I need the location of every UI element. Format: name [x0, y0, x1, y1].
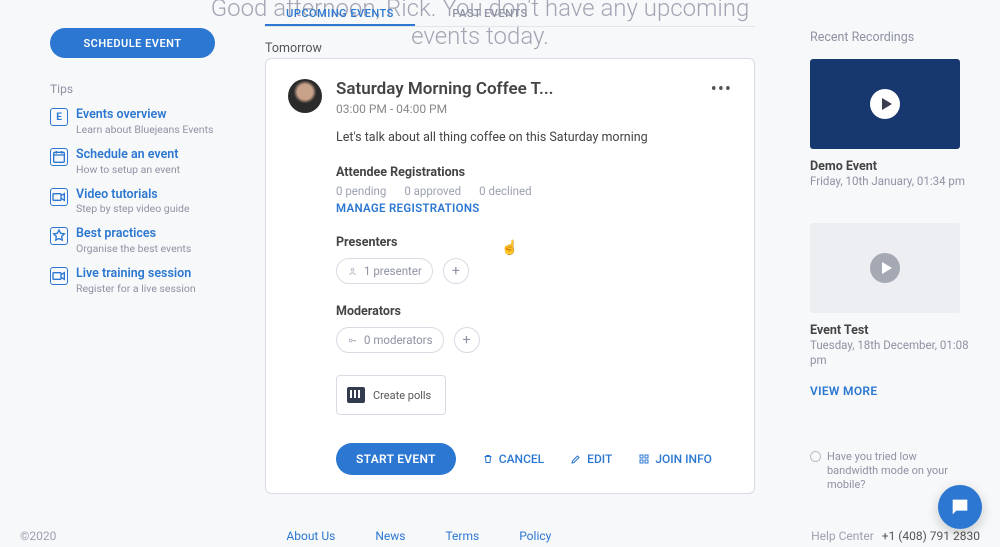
tip-title: Events overview [76, 108, 213, 122]
moderators-header: Moderators [336, 304, 732, 319]
tip-live-training[interactable]: Live training session Register for a liv… [50, 267, 230, 295]
chat-fab[interactable] [938, 485, 982, 529]
play-icon [870, 89, 900, 119]
tab-past[interactable]: PAST EVENTS [415, 4, 565, 26]
footer: ©2020 About Us News Terms Policy Help Ce… [20, 529, 980, 543]
footer-link-terms[interactable]: Terms [445, 529, 479, 543]
chat-icon [949, 496, 971, 518]
tip-sub: Learn about Bluejeans Events [76, 123, 213, 136]
event-description: Let's talk about all thing coffee on thi… [336, 130, 732, 145]
tip-events-overview[interactable]: E Events overview Learn about Bluejeans … [50, 108, 230, 136]
tip-title: Schedule an event [76, 148, 180, 162]
calendar-icon [50, 148, 68, 166]
star-icon [50, 227, 68, 245]
tip-title: Best practices [76, 227, 191, 241]
start-event-button[interactable]: START EVENT [336, 443, 456, 475]
video-icon [50, 267, 68, 285]
recordings-header: Recent Recordings [810, 30, 970, 45]
tip-sub: Register for a live session [76, 282, 196, 295]
event-time: 03:00 PM - 04:00 PM [336, 102, 554, 116]
tabs: UPCOMING EVENTS PAST EVENTS [265, 4, 755, 27]
approved-count: 0 approved [404, 184, 461, 198]
recording-thumbnail[interactable] [810, 59, 960, 149]
play-icon [870, 253, 900, 283]
event-title[interactable]: Saturday Morning Coffee T... [336, 79, 554, 99]
recording-subtitle: Tuesday, 18th December, 01:08 pm [810, 338, 970, 368]
cancel-button[interactable]: CANCEL [482, 452, 544, 466]
tab-upcoming[interactable]: UPCOMING EVENTS [265, 4, 415, 26]
section-header: Tomorrow [265, 41, 322, 56]
create-polls-button[interactable]: Create polls [336, 375, 446, 415]
view-more-link[interactable]: VIEW MORE [810, 384, 970, 398]
event-card: Saturday Morning Coffee T... 03:00 PM - … [265, 58, 755, 494]
overview-icon: E [50, 108, 68, 126]
edit-button[interactable]: EDIT [570, 452, 612, 466]
registrations-header: Attendee Registrations [336, 165, 732, 180]
declined-count: 0 declined [479, 184, 531, 198]
recording-title[interactable]: Event Test [810, 323, 970, 338]
tip-best-practices[interactable]: Best practices Organise the best events [50, 227, 230, 255]
footer-link-policy[interactable]: Policy [519, 529, 551, 543]
sidebar: SCHEDULE EVENT Tips E Events overview Le… [50, 28, 230, 295]
footer-link-news[interactable]: News [375, 529, 405, 543]
presenters-chip[interactable]: 1 presenter [336, 258, 433, 284]
polls-label: Create polls [373, 389, 431, 402]
pencil-icon [570, 453, 582, 465]
recording-thumbnail[interactable] [810, 223, 960, 313]
schedule-event-button[interactable]: SCHEDULE EVENT [50, 28, 215, 58]
moderators-chip[interactable]: 0 moderators [336, 327, 444, 353]
manage-registrations-link[interactable]: MANAGE REGISTRATIONS [336, 201, 732, 215]
bulb-icon [810, 451, 821, 462]
grid-icon [638, 453, 650, 465]
chip-label: 1 presenter [364, 264, 422, 278]
copyright: ©2020 [20, 529, 56, 543]
video-icon [50, 188, 68, 206]
recording-title[interactable]: Demo Event [810, 159, 970, 174]
tip-title: Live training session [76, 267, 196, 281]
add-presenter-button[interactable]: + [443, 258, 469, 284]
suggestion-tip: Have you tried low bandwidth mode on you… [810, 450, 970, 493]
recording-subtitle: Friday, 10th January, 01:34 pm [810, 174, 970, 189]
join-info-button[interactable]: JOIN INFO [638, 452, 712, 466]
tip-sub: How to setup an event [76, 163, 180, 176]
polls-icon [347, 387, 365, 403]
tip-title: Video tutorials [76, 188, 190, 202]
presenters-header: Presenters [336, 235, 732, 250]
tips-header: Tips [50, 82, 230, 96]
person-icon [347, 266, 358, 277]
add-moderator-button[interactable]: + [454, 327, 480, 353]
tip-schedule[interactable]: Schedule an event How to setup an event [50, 148, 230, 176]
key-icon [347, 335, 358, 346]
pending-count: 0 pending [336, 184, 386, 198]
trash-icon [482, 453, 494, 465]
avatar [288, 79, 322, 113]
recent-recordings: Recent Recordings Demo Event Friday, 10t… [810, 30, 970, 493]
more-menu-icon[interactable]: ••• [711, 79, 732, 116]
chip-label: 0 moderators [364, 333, 433, 347]
help-center-link[interactable]: Help Center [811, 529, 874, 543]
phone-number: +1 (408) 791 2830 [882, 529, 980, 543]
tip-sub: Step by step video guide [76, 202, 190, 215]
tip-video-tutorials[interactable]: Video tutorials Step by step video guide [50, 188, 230, 216]
footer-link-about[interactable]: About Us [286, 529, 335, 543]
tip-sub: Organise the best events [76, 242, 191, 255]
